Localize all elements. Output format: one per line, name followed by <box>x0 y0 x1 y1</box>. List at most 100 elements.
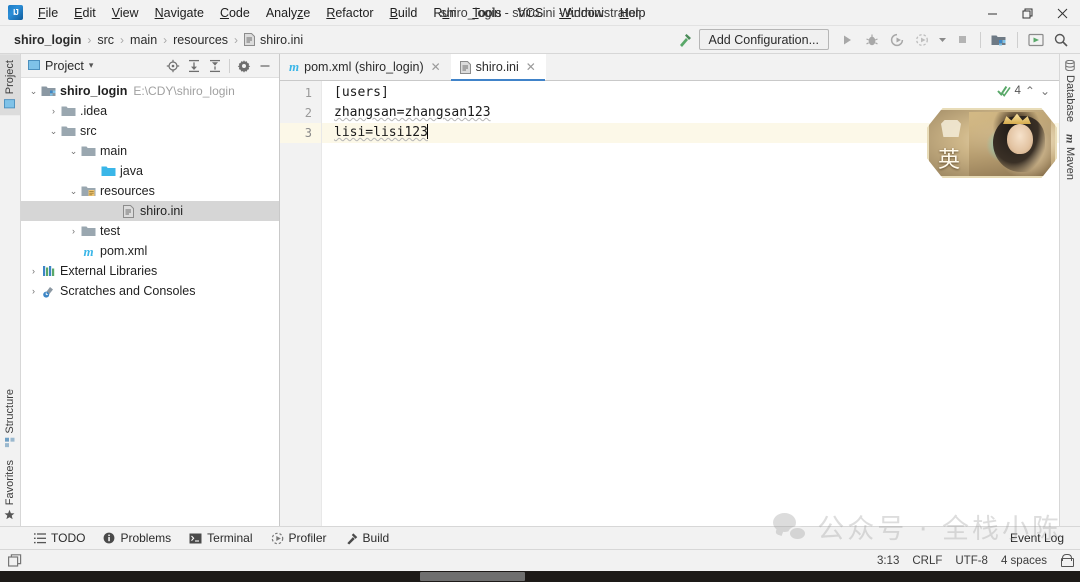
title-bar: File Edit View Navigate Code Analyze Ref… <box>0 0 1080 26</box>
chevron-down-icon[interactable]: ⌄ <box>67 186 80 197</box>
menu-vcs[interactable]: VCS <box>510 3 552 23</box>
code-editor[interactable]: 1 2 3 [users] zhangsan=zhangsan123 lisi=… <box>280 81 1059 526</box>
debug-button[interactable] <box>861 29 883 51</box>
stop-button[interactable] <box>951 29 973 51</box>
sidebar-item-structure[interactable]: Structure <box>0 383 20 454</box>
editor-tab-shiro-ini[interactable]: shiro.ini ✕ <box>450 54 546 81</box>
hide-panel-button[interactable] <box>255 56 275 76</box>
caret-position[interactable]: 3:13 <box>877 555 899 567</box>
menu-edit[interactable]: Edit <box>66 3 104 23</box>
chevron-right-icon[interactable]: › <box>67 226 80 236</box>
project-tool-window: Project ▾ ⌄ shiro_login E:\CDY\shiro_log… <box>21 54 280 526</box>
build-project-button[interactable] <box>674 29 696 51</box>
line-number: 3 <box>280 123 321 143</box>
indent-setting[interactable]: 4 spaces <box>1001 555 1047 567</box>
project-structure-button[interactable] <box>988 29 1010 51</box>
sidebar-item-project[interactable]: Project <box>0 54 20 116</box>
editor-text-area[interactable]: [users] zhangsan=zhangsan123 lisi=lisi12… <box>322 81 1059 526</box>
profile-button[interactable] <box>911 29 933 51</box>
menu-code[interactable]: Code <box>212 3 258 23</box>
chevron-down-icon[interactable]: ⌄ <box>67 146 80 157</box>
menu-view[interactable]: View <box>104 3 147 23</box>
tree-node-idea[interactable]: › .idea <box>21 101 279 121</box>
sidebar-item-database[interactable]: Database <box>1060 54 1080 128</box>
tree-node-src[interactable]: ⌄ src <box>21 121 279 141</box>
updates-button[interactable] <box>1025 29 1047 51</box>
breadcrumb-separator-icon: › <box>120 32 125 47</box>
editor-tab-pom-xml[interactable]: m pom.xml (shiro_login) ✕ <box>280 54 451 80</box>
tool-window-terminal[interactable]: Terminal <box>181 529 260 547</box>
run-with-coverage-button[interactable] <box>886 29 908 51</box>
tree-node-label: src <box>80 124 97 138</box>
close-button[interactable] <box>1045 0 1080 26</box>
file-encoding[interactable]: UTF-8 <box>955 555 988 567</box>
tree-node-resources[interactable]: ⌄ resources <box>21 181 279 201</box>
menu-run[interactable]: Run <box>425 3 464 23</box>
menu-help[interactable]: Help <box>612 3 654 23</box>
sidebar-item-favorites[interactable]: Favorites <box>0 454 20 526</box>
event-log-label: Event Log <box>1009 531 1064 545</box>
show-tool-windows-button[interactable] <box>8 553 22 568</box>
code-line-text: [users] <box>334 85 389 100</box>
chevron-down-icon[interactable]: ⌄ <box>1039 84 1051 98</box>
chevron-right-icon[interactable]: › <box>47 106 60 116</box>
chevron-right-icon[interactable]: › <box>27 286 40 296</box>
run-dropdown-button[interactable] <box>936 29 948 51</box>
read-only-lock-icon[interactable] <box>1060 554 1074 567</box>
inspection-widget[interactable]: 4 ⌃ ⌄ <box>997 84 1051 98</box>
tree-node-java[interactable]: java <box>21 161 279 181</box>
breadcrumb-item-main[interactable]: main <box>126 31 161 49</box>
breadcrumb-item-project[interactable]: shiro_login <box>10 31 85 49</box>
run-button[interactable] <box>836 29 858 51</box>
tree-node-shiro-ini[interactable]: shiro.ini <box>21 201 279 221</box>
chevron-down-icon[interactable]: ⌄ <box>27 86 40 97</box>
settings-button[interactable] <box>234 56 254 76</box>
search-everywhere-button[interactable] <box>1050 29 1072 51</box>
sidebar-item-maven[interactable]: m Maven <box>1060 128 1080 186</box>
tool-window-problems[interactable]: Problems <box>95 529 179 547</box>
close-icon[interactable]: ✕ <box>526 60 536 74</box>
editor-gutter[interactable]: 1 2 3 <box>280 81 322 526</box>
folder-icon <box>80 145 97 157</box>
menu-file[interactable]: File <box>30 3 66 23</box>
breadcrumb-item-file[interactable]: shiro.ini <box>240 31 307 49</box>
tool-window-build[interactable]: Build <box>337 529 398 547</box>
sidebar-item-label: Project <box>4 60 16 95</box>
game-character-card: 英 <box>927 108 1057 178</box>
menu-refactor[interactable]: Refactor <box>318 3 381 23</box>
close-icon[interactable]: ✕ <box>431 60 441 74</box>
maximize-button[interactable] <box>1010 0 1045 26</box>
minimize-button[interactable] <box>975 0 1010 26</box>
tree-node-main[interactable]: ⌄ main <box>21 141 279 161</box>
project-panel-title[interactable]: Project ▾ <box>25 59 93 73</box>
tool-window-todo[interactable]: TODO <box>26 529 93 547</box>
menu-window[interactable]: Window <box>551 3 611 23</box>
menu-navigate[interactable]: Navigate <box>147 3 212 23</box>
expand-all-button[interactable] <box>184 56 204 76</box>
tool-window-profiler[interactable]: Profiler <box>263 529 335 547</box>
tree-node-pom-xml[interactable]: m pom.xml <box>21 241 279 261</box>
chevron-up-icon[interactable]: ⌃ <box>1024 84 1036 98</box>
tree-node-shiro-login[interactable]: ⌄ shiro_login E:\CDY\shiro_login <box>21 81 279 101</box>
menu-analyze[interactable]: Analyze <box>258 3 318 23</box>
menu-build[interactable]: Build <box>382 3 426 23</box>
tree-node-external-libraries[interactable]: › External Libraries <box>21 261 279 281</box>
menu-tools[interactable]: Tools <box>464 3 509 23</box>
chevron-down-icon[interactable]: ⌄ <box>47 126 60 137</box>
breadcrumb-item-resources[interactable]: resources <box>169 31 232 49</box>
resources-folder-icon <box>80 185 97 197</box>
event-log-button[interactable]: Event Log <box>1002 529 1072 547</box>
scratches-icon <box>40 285 57 298</box>
tree-node-scratches-and-consoles[interactable]: › Scratches and Consoles <box>21 281 279 301</box>
collapse-all-button[interactable] <box>205 56 225 76</box>
chevron-right-icon[interactable]: › <box>27 266 40 276</box>
taskbar-thumbnail[interactable] <box>420 572 525 581</box>
breadcrumb-item-src[interactable]: src <box>93 31 118 49</box>
add-configuration-button[interactable]: Add Configuration... <box>698 29 829 50</box>
tree-node-test[interactable]: › test <box>21 221 279 241</box>
project-tree[interactable]: ⌄ shiro_login E:\CDY\shiro_login › .idea… <box>21 78 279 526</box>
line-separator[interactable]: CRLF <box>912 555 942 567</box>
run-icon <box>844 35 851 44</box>
locate-target-button[interactable] <box>163 56 183 76</box>
code-line[interactable]: [users] <box>322 83 1059 103</box>
